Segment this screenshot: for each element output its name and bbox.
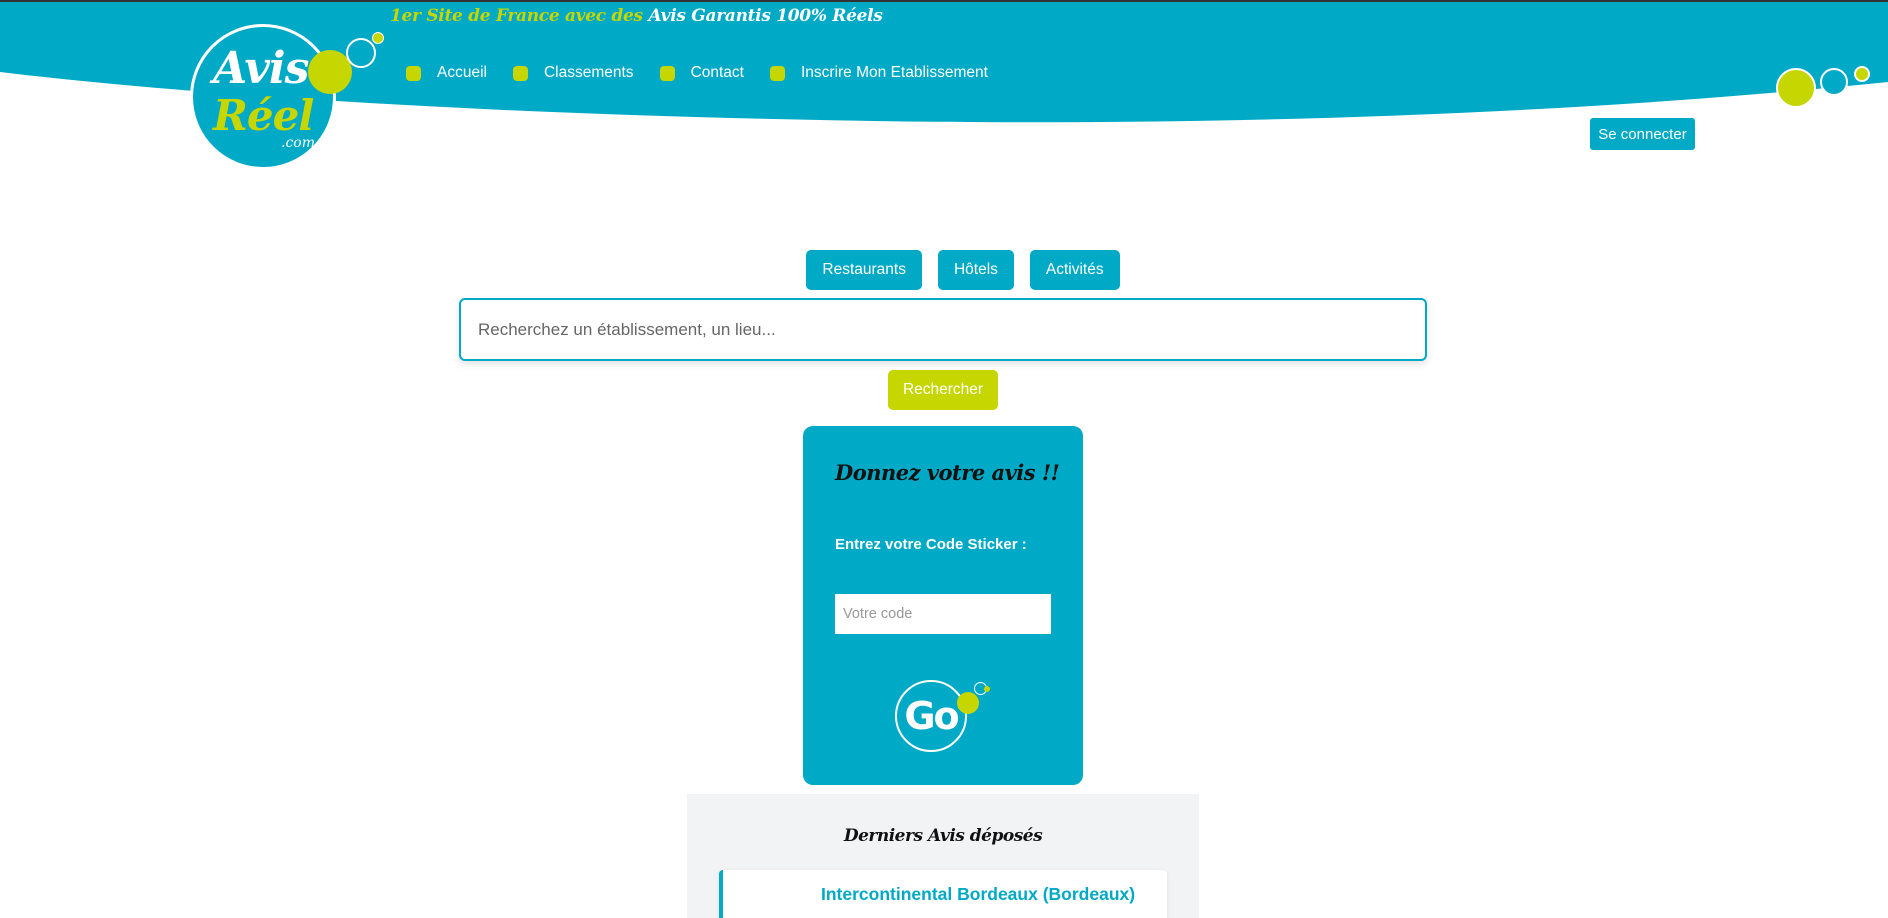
sticker-code-input[interactable] xyxy=(835,594,1051,634)
nav-item-classements[interactable]: Classements xyxy=(512,64,634,82)
bullet-icon xyxy=(659,65,675,81)
review-item[interactable]: Intercontinental Bordeaux (Bordeaux) xyxy=(719,870,1167,918)
tagline-part1: 1er Site de France avec des xyxy=(390,6,643,26)
top-border xyxy=(0,0,1888,2)
category-activites-button[interactable]: Activités xyxy=(1029,250,1120,290)
nav-item-inscrire[interactable]: Inscrire Mon Etablissement xyxy=(769,64,988,82)
nav-label: Contact xyxy=(690,64,744,81)
sticker-card: Donnez votre avis !! Entrez votre Code S… xyxy=(803,426,1083,785)
search-input[interactable] xyxy=(459,298,1427,361)
logo-text-com: .com xyxy=(281,135,315,151)
nav-label: Classements xyxy=(543,64,634,81)
logo-text-avis: Avis xyxy=(213,43,309,94)
bullet-icon xyxy=(512,65,528,81)
search-button[interactable]: Rechercher xyxy=(888,370,998,410)
category-restaurants-button[interactable]: Restaurants xyxy=(806,250,922,290)
deco-bubble-small xyxy=(1854,66,1870,82)
sticker-title: Donnez votre avis !! xyxy=(835,460,1060,485)
go-bubble-large xyxy=(957,692,979,714)
deco-bubble-medium xyxy=(1820,68,1848,96)
review-establishment-name[interactable]: Intercontinental Bordeaux (Bordeaux) xyxy=(821,884,1135,905)
bullet-icon xyxy=(406,65,421,81)
main-nav: Accueil Classements Contact Inscrire Mon… xyxy=(406,64,1014,82)
logo-bubble-large xyxy=(308,50,352,94)
category-hotels-button[interactable]: Hôtels xyxy=(937,250,1014,290)
nav-label: Accueil xyxy=(437,64,487,81)
bullet-icon xyxy=(769,65,785,81)
go-button[interactable]: Go xyxy=(895,680,967,752)
deco-bubble-large xyxy=(1776,68,1816,108)
latest-reviews-panel: Derniers Avis déposés Intercontinental B… xyxy=(687,794,1199,918)
latest-reviews-title: Derniers Avis déposés xyxy=(843,826,1043,846)
logo-text-reel: Réel xyxy=(213,91,314,140)
site-logo[interactable]: Avis Réel .com xyxy=(190,24,336,170)
logo-bubble-medium xyxy=(346,38,376,68)
tagline: 1er Site de France avec des Avis Garanti… xyxy=(390,6,883,26)
nav-item-contact[interactable]: Contact xyxy=(659,64,744,82)
nav-item-accueil[interactable]: Accueil xyxy=(406,64,487,82)
sticker-label: Entrez votre Code Sticker : xyxy=(835,536,1027,553)
logo-bubble-small xyxy=(372,32,384,44)
login-button[interactable]: Se connecter xyxy=(1590,118,1695,150)
category-buttons: Restaurants Hôtels Activités xyxy=(0,250,1888,290)
nav-label: Inscrire Mon Etablissement xyxy=(800,64,988,81)
go-bubble-small xyxy=(984,686,990,692)
tagline-part2: Avis Garantis 100% Réels xyxy=(648,6,883,26)
